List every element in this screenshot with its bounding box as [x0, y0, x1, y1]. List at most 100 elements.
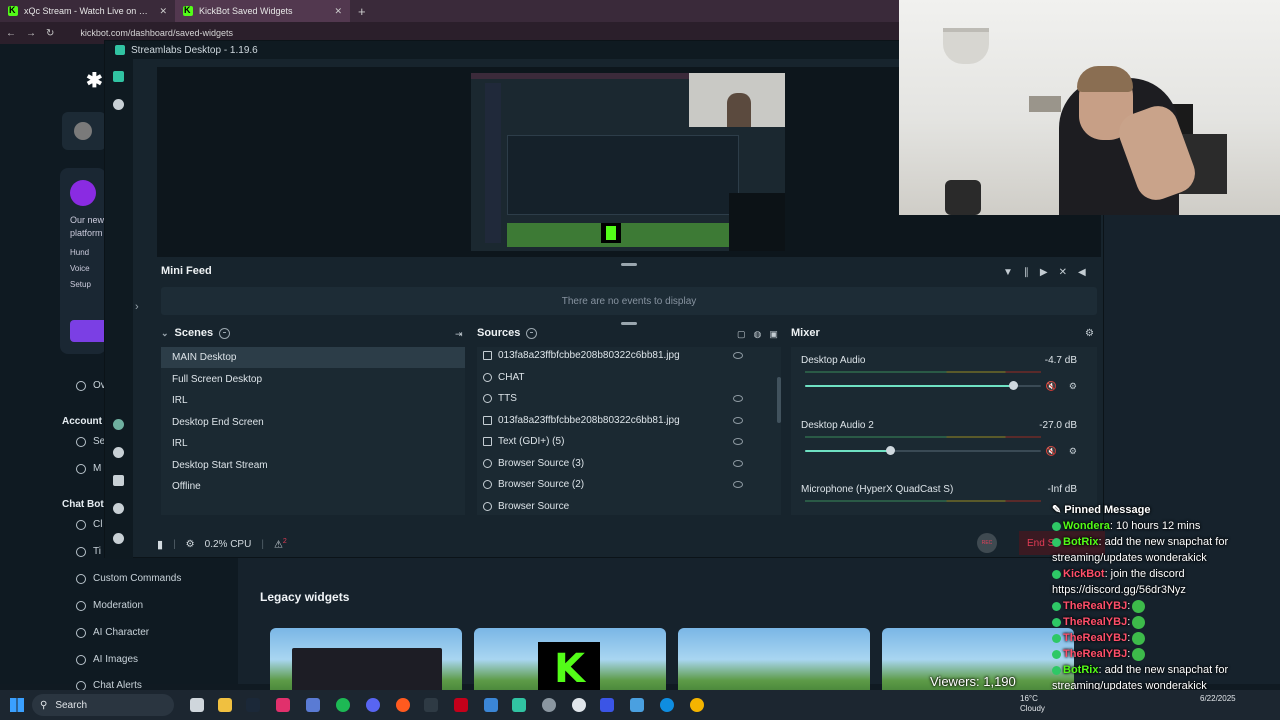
transition-icon[interactable]: ⇥ — [455, 329, 463, 340]
warning-icon[interactable]: ⚠2 — [274, 538, 287, 550]
user-card[interactable] — [62, 112, 106, 150]
skip-icon[interactable]: ▶ — [1040, 267, 1048, 278]
source-visibility-icon[interactable]: ◍ — [754, 329, 762, 340]
mute-alerts-icon[interactable]: ✕ — [1059, 267, 1067, 278]
source-item[interactable]: Browser Source — [477, 496, 773, 516]
add-scene-button[interactable] — [219, 327, 231, 339]
chevron-right-icon[interactable]: › — [135, 301, 139, 313]
app-icon[interactable] — [600, 698, 614, 712]
widget-thumbnail[interactable] — [678, 628, 870, 698]
sidebar-item-overview[interactable]: Ov — [76, 380, 106, 391]
app-icon[interactable] — [424, 698, 438, 712]
scene-item[interactable]: Desktop End Screen — [161, 412, 465, 433]
add-source-button[interactable] — [526, 327, 538, 339]
new-tab-button[interactable]: + — [350, 4, 374, 19]
scene-item[interactable]: MAIN Desktop — [161, 347, 465, 368]
brave-icon[interactable] — [396, 698, 410, 712]
scrollbar[interactable] — [777, 377, 781, 423]
source-item[interactable]: 013fa8a23ffbfcbbe208b80322c6bb81.jpg — [477, 410, 773, 431]
visibility-toggle-icon[interactable] — [733, 352, 743, 359]
source-filter-icon[interactable]: ▢ — [737, 329, 746, 340]
browser-tab-xqc[interactable]: xQc Stream - Watch Live on Kick ✕ — [0, 0, 175, 22]
sparkle-icon[interactable] — [113, 475, 124, 486]
source-item[interactable]: Browser Source (3) — [477, 453, 773, 474]
sync-icon[interactable] — [113, 419, 124, 430]
pause-icon[interactable]: ∥ — [1024, 267, 1029, 278]
resize-handle[interactable] — [621, 263, 637, 266]
sidebar-item-custom-commands[interactable]: Custom Commands — [76, 573, 181, 584]
scene-item[interactable]: IRL — [161, 390, 465, 411]
widget-thumbnail[interactable] — [270, 628, 462, 698]
visibility-toggle-icon[interactable] — [733, 459, 743, 467]
instagram-icon[interactable] — [276, 698, 290, 712]
stats-icon[interactable]: ▮ — [157, 538, 163, 551]
source-item[interactable]: TTS — [477, 388, 773, 409]
channel-settings-icon[interactable]: ⚙ — [1069, 381, 1077, 392]
channel-settings-icon[interactable]: ⚙ — [1069, 446, 1077, 457]
scene-item[interactable]: Desktop Start Stream — [161, 455, 465, 476]
forward-icon[interactable]: → — [26, 28, 36, 39]
visibility-toggle-icon[interactable] — [733, 395, 743, 402]
resize-handle[interactable] — [621, 322, 637, 325]
visibility-toggle-icon[interactable] — [733, 481, 743, 488]
app-icon[interactable] — [484, 698, 498, 712]
photos-icon[interactable] — [306, 698, 320, 712]
app-icon[interactable] — [454, 698, 468, 712]
source-item[interactable]: 013fa8a23ffbfcbbe208b80322c6bb81.jpg — [477, 347, 773, 366]
sidebar-item-moderation[interactable]: Moderation — [76, 600, 143, 611]
close-icon[interactable]: ✕ — [159, 6, 167, 17]
scene-item[interactable]: IRL — [161, 433, 465, 454]
windows-start-icon[interactable] — [10, 698, 24, 712]
promo-button[interactable] — [70, 320, 106, 342]
profile-icon[interactable] — [113, 533, 124, 544]
volume-slider-handle[interactable] — [885, 445, 895, 455]
address-bar[interactable]: kickbot.com/dashboard/saved-widgets — [80, 28, 233, 38]
chrome-icon[interactable] — [690, 698, 704, 712]
volume-slider-handle[interactable] — [1008, 381, 1018, 390]
sidebar-item-chatbot-1[interactable]: Cl — [76, 519, 102, 530]
settings-taskbar-icon[interactable] — [542, 698, 556, 712]
mute-icon[interactable]: 🔇 — [1046, 446, 1057, 457]
scene-item[interactable]: Full Screen Desktop — [161, 369, 465, 390]
editor-icon[interactable] — [113, 71, 124, 82]
spotify-icon[interactable] — [336, 698, 350, 712]
taskbar-search[interactable]: ⚲ Search — [32, 694, 174, 716]
sidebar-item-settings[interactable]: Se — [76, 436, 105, 447]
widget-thumbnail[interactable]: K — [474, 628, 666, 698]
mixer-settings-icon[interactable]: ⚙ — [1085, 328, 1094, 339]
edge-icon[interactable] — [660, 698, 674, 712]
source-item[interactable]: Text (GDI+) (5) — [477, 431, 773, 452]
rec-button[interactable]: REC — [977, 533, 997, 553]
close-icon[interactable]: ✕ — [334, 6, 342, 17]
file-explorer-icon[interactable] — [218, 698, 232, 712]
back-icon[interactable]: ← — [6, 28, 16, 39]
task-view-icon[interactable] — [190, 698, 204, 712]
sidebar-item-ai-images[interactable]: AI Images — [76, 654, 138, 665]
sidebar-item-members[interactable]: M — [76, 463, 101, 474]
streamlabs-taskbar-icon[interactable] — [512, 698, 526, 712]
visibility-toggle-icon[interactable] — [733, 438, 743, 445]
source-folder-icon[interactable]: ▣ — [769, 329, 778, 340]
taskbar-clock[interactable]: 6/22/2025 — [1200, 694, 1236, 704]
source-item[interactable]: Browser Source (2) — [477, 474, 773, 495]
steam-icon[interactable] — [246, 698, 260, 712]
sidebar-item-ai-character[interactable]: AI Character — [76, 627, 149, 638]
play-icon[interactable] — [113, 99, 124, 110]
source-label: Browser Source — [498, 500, 570, 512]
collapse-icon[interactable]: ⌄ — [161, 328, 169, 339]
weather-widget[interactable]: 16°C Cloudy — [1000, 694, 1045, 714]
mute-icon[interactable]: 🔇 — [1046, 381, 1057, 392]
browser-tab-kickbot[interactable]: KickBot Saved Widgets ✕ — [175, 0, 350, 22]
scene-item[interactable]: Offline — [161, 476, 465, 497]
source-item[interactable]: CHAT — [477, 367, 773, 388]
discord-icon[interactable] — [366, 698, 380, 712]
visibility-toggle-icon[interactable] — [733, 416, 743, 424]
settings-gear-icon[interactable] — [113, 503, 124, 514]
volume-icon[interactable]: ◀ — [1078, 267, 1086, 278]
github-icon[interactable] — [572, 698, 586, 712]
theme-icon[interactable] — [113, 447, 124, 458]
reload-icon[interactable]: ↻ — [46, 28, 54, 39]
sidebar-item-timers[interactable]: Ti — [76, 546, 101, 557]
app-icon[interactable] — [630, 698, 644, 712]
filter-icon[interactable]: ▼ — [1003, 267, 1013, 278]
